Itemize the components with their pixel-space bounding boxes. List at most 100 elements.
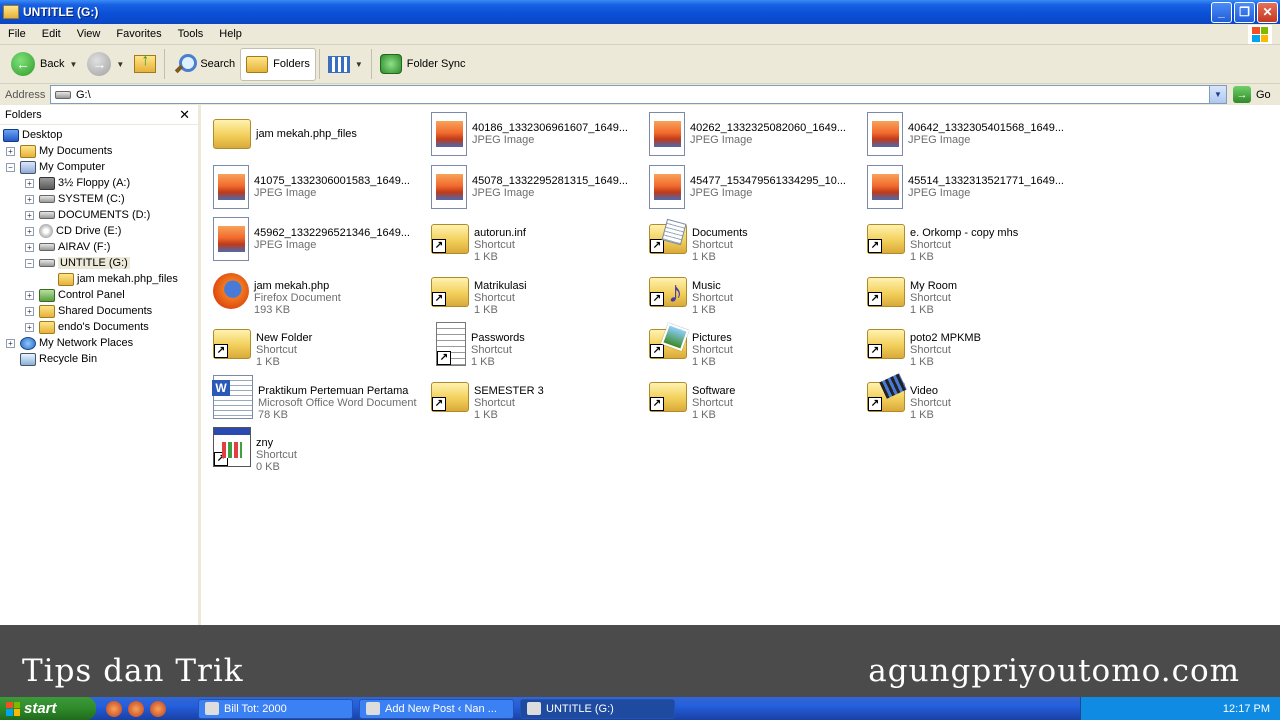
file-item[interactable]: ↗ Documents Shortcut 1 KB xyxy=(644,214,862,266)
forward-button[interactable]: → ▼ xyxy=(82,48,129,81)
close-button[interactable]: ✕ xyxy=(1257,1,1278,23)
tree-item[interactable]: + My Network Places xyxy=(6,335,133,351)
file-size: 1 KB xyxy=(692,408,716,421)
file-item[interactable]: 45477_153479561334295_10... JPEG Image xyxy=(644,162,862,214)
collapse-icon[interactable]: − xyxy=(25,258,34,268)
file-name: 40262_1332325082060_1649... xyxy=(690,122,846,134)
file-item[interactable]: ↗ Passwords Shortcut 1 KB xyxy=(426,319,644,371)
jpeg-icon xyxy=(867,164,903,209)
menu-help[interactable]: Help xyxy=(211,28,250,40)
expand-icon[interactable]: + xyxy=(6,146,15,156)
expand-icon[interactable]: + xyxy=(25,290,34,300)
tree-item[interactable]: + My Documents xyxy=(6,143,112,159)
expand-icon[interactable]: + xyxy=(6,338,15,348)
file-item[interactable]: 45078_1332295281315_1649... JPEG Image xyxy=(426,162,644,214)
close-pane-icon[interactable]: ✕ xyxy=(179,107,190,123)
expand-icon[interactable]: + xyxy=(25,210,34,220)
tree-item[interactable]: + endo's Documents xyxy=(25,319,149,335)
tree-item[interactable]: jam mekah.php_files xyxy=(44,271,178,287)
file-item[interactable]: ↗ poto2 MPKMB Shortcut 1 KB xyxy=(862,319,1080,371)
file-name: jam mekah.php xyxy=(254,279,330,292)
collapse-icon[interactable]: − xyxy=(6,162,15,172)
file-item[interactable]: ↗ e. Orkomp - copy mhs Shortcut 1 KB xyxy=(862,214,1080,266)
forward-dropdown-icon[interactable]: ▼ xyxy=(116,60,124,69)
file-item[interactable]: 41075_1332306001583_1649... JPEG Image xyxy=(208,162,426,214)
expand-icon[interactable]: + xyxy=(25,178,34,188)
back-button[interactable]: ← Back ▼ xyxy=(6,48,82,81)
file-item[interactable]: 40186_1332306961607_1649... JPEG Image xyxy=(426,109,644,161)
taskbar-button[interactable]: Bill Tot: 2000 xyxy=(198,698,353,719)
tree-item[interactable]: + SYSTEM (C:) xyxy=(25,191,125,207)
file-item[interactable]: ↗ Pictures Shortcut 1 KB xyxy=(644,319,862,371)
address-dropdown-icon[interactable]: ▼ xyxy=(1209,86,1226,103)
file-item[interactable]: ↗ Video Shortcut 1 KB xyxy=(862,372,1080,424)
file-type: Shortcut xyxy=(256,449,297,461)
tree-item[interactable]: − UNTITLE (G:) xyxy=(25,255,130,271)
expand-icon[interactable]: + xyxy=(25,322,34,332)
expand-icon[interactable]: + xyxy=(25,242,34,252)
clock[interactable]: 12:17 PM xyxy=(1223,703,1270,715)
music-icon: ↗ xyxy=(649,276,687,310)
up-button[interactable] xyxy=(129,48,161,81)
file-item[interactable]: 40262_1332325082060_1649... JPEG Image xyxy=(644,109,862,161)
taskbar-button-active[interactable]: UNTITLE (G:) xyxy=(520,698,675,719)
tree-item[interactable]: − My Computer xyxy=(6,159,105,175)
file-type: Microsoft Office Word Document xyxy=(258,396,417,409)
folder-icon xyxy=(58,272,74,286)
folder-sync-button[interactable]: Folder Sync xyxy=(375,48,471,81)
tree-item[interactable]: + CD Drive (E:) xyxy=(25,223,121,239)
expand-icon[interactable]: + xyxy=(25,226,34,236)
folders-button[interactable]: Folders xyxy=(240,47,316,81)
menu-view[interactable]: View xyxy=(69,28,109,40)
tree-item[interactable]: + DOCUMENTS (D:) xyxy=(25,207,150,223)
file-item[interactable]: jam mekah.php Firefox Document 193 KB xyxy=(208,267,426,319)
menu-tools[interactable]: Tools xyxy=(170,28,212,40)
start-button[interactable]: start xyxy=(0,697,96,720)
folder-icon: ↗ xyxy=(431,276,469,307)
menu-edit[interactable]: Edit xyxy=(34,28,69,40)
views-dropdown-icon[interactable]: ▼ xyxy=(355,60,363,69)
search-button[interactable]: Search xyxy=(168,48,240,81)
file-item[interactable]: ↗ SEMESTER 3 Shortcut 1 KB xyxy=(426,372,644,424)
maximize-button[interactable]: ❐ xyxy=(1234,1,1255,23)
quick-launch-icon[interactable] xyxy=(150,700,166,717)
tree-item[interactable]: Desktop xyxy=(3,127,62,143)
tree-item[interactable]: + Control Panel xyxy=(25,287,125,303)
file-type: JPEG Image xyxy=(472,186,535,199)
views-button[interactable]: ▼ xyxy=(323,48,368,81)
file-item[interactable]: 40642_1332305401568_1649... JPEG Image xyxy=(862,109,1080,161)
file-item[interactable]: ↗ autorun.inf Shortcut 1 KB xyxy=(426,214,644,266)
file-item[interactable]: ↗ My Room Shortcut 1 KB xyxy=(862,267,1080,319)
file-item[interactable]: ↗ zny Shortcut 0 KB xyxy=(208,424,426,476)
menu-favorites[interactable]: Favorites xyxy=(108,28,169,40)
file-type: Shortcut xyxy=(692,291,733,304)
tree-item[interactable]: + Shared Documents xyxy=(25,303,152,319)
quick-launch-icon[interactable] xyxy=(128,700,144,717)
tree-item[interactable]: +3½ Floppy (A:) xyxy=(25,175,130,191)
file-item[interactable]: ↗ New Folder Shortcut 1 KB xyxy=(208,319,426,371)
file-size: 1 KB xyxy=(474,408,498,421)
file-item[interactable]: 45962_1332296521346_1649... JPEG Image xyxy=(208,214,426,266)
expand-icon[interactable]: + xyxy=(25,306,34,316)
menu-file[interactable]: File xyxy=(0,28,34,40)
drive-icon xyxy=(39,259,55,267)
task-icon xyxy=(527,702,541,715)
file-item[interactable]: ↗ Matrikulasi Shortcut 1 KB xyxy=(426,267,644,319)
file-list: jam mekah.php_files 40186_1332306961607_1… xyxy=(204,105,1280,625)
file-item[interactable]: jam mekah.php_files xyxy=(208,109,426,161)
file-item[interactable]: ↗ MusicShortcut1 KB xyxy=(644,267,862,319)
file-item[interactable]: 45514_1332313521771_1649... JPEG Image xyxy=(862,162,1080,214)
tree-item[interactable]: + AIRAV (F:) xyxy=(25,239,110,255)
shortcut-arrow-icon: ↗ xyxy=(650,291,664,306)
back-dropdown-icon[interactable]: ▼ xyxy=(69,60,77,69)
taskbar-button[interactable]: Add New Post ‹ Nan ... xyxy=(359,698,514,719)
go-button[interactable]: → Go xyxy=(1233,86,1271,103)
file-item[interactable]: Praktikum Pertemuan PertamaMicrosoft Off… xyxy=(208,372,426,424)
address-input[interactable]: G:\ ▼ xyxy=(50,85,1227,104)
quick-launch-icon[interactable] xyxy=(106,700,122,717)
shortcut-arrow-icon: ↗ xyxy=(868,239,882,253)
expand-icon[interactable]: + xyxy=(25,194,34,204)
minimize-button[interactable]: _ xyxy=(1211,1,1232,23)
file-item[interactable]: ↗ Software Shortcut 1 KB xyxy=(644,372,862,424)
tree-item[interactable]: Recycle Bin xyxy=(6,351,97,367)
